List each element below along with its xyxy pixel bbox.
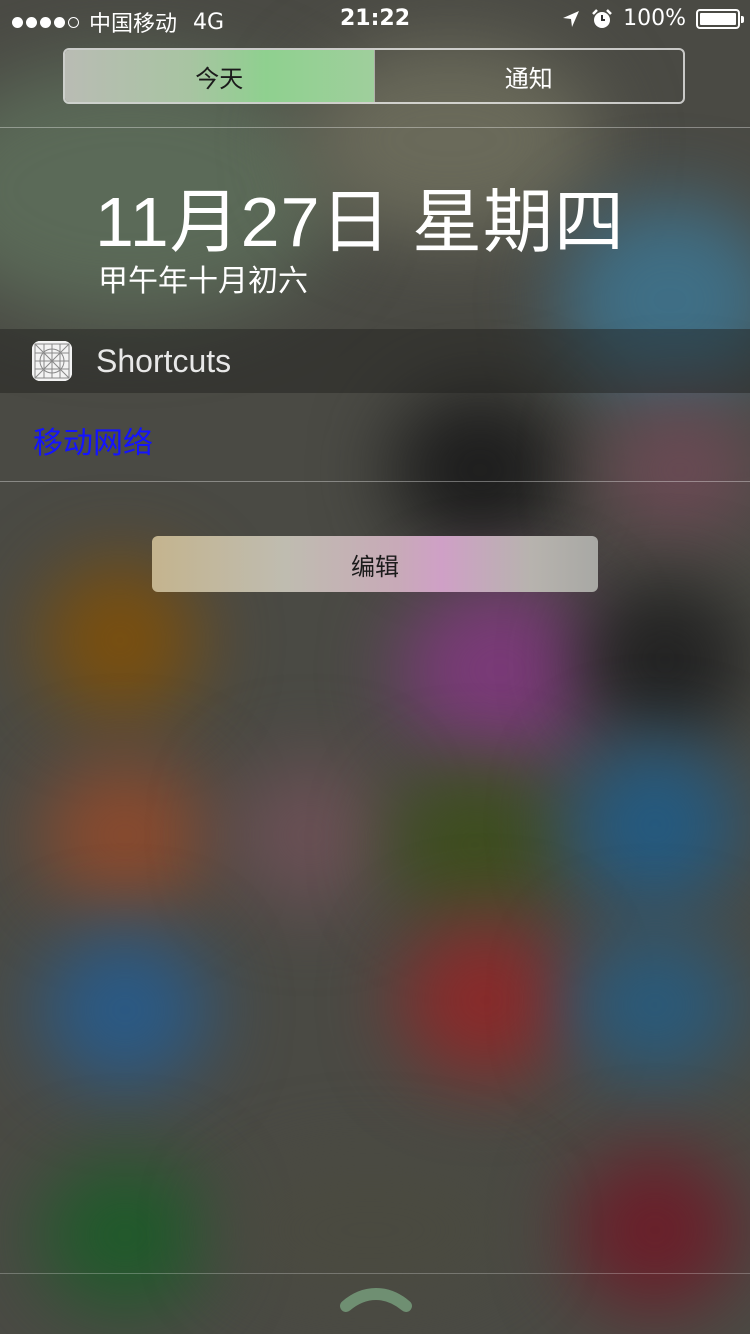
lunar-date: 甲午年十月初六	[98, 264, 308, 299]
tab-notifications[interactable]: 通知	[373, 50, 684, 102]
edit-button[interactable]: 编辑	[152, 536, 598, 592]
status-right: 100%	[561, 6, 744, 31]
tab-today[interactable]: 今天	[65, 50, 374, 102]
battery-percentage: 100%	[623, 6, 686, 31]
alarm-clock-icon	[592, 8, 612, 28]
bottom-divider	[0, 1273, 750, 1274]
today-date: 11月27日 星期四	[95, 183, 625, 261]
battery-icon	[696, 8, 744, 29]
widget-divider	[0, 481, 750, 482]
status-bar: 中国移动 4G 21:22 100%	[0, 0, 750, 40]
today-notifications-segmented-control: 今天 通知	[63, 48, 685, 104]
header-divider	[0, 127, 750, 128]
mobile-network-link[interactable]: 移动网络	[33, 418, 153, 462]
battery-fill	[700, 12, 736, 25]
shortcuts-grid-icon	[32, 341, 72, 381]
shortcuts-widget-header[interactable]: Shortcuts	[0, 329, 750, 393]
chevron-up-handle-icon[interactable]	[340, 1286, 412, 1314]
location-arrow-icon	[563, 10, 580, 27]
notification-center-screen: 中国移动 4G 21:22 100% 今天 通知 11月27日 星期四 甲午年十…	[0, 0, 750, 1334]
widget-title: Shortcuts	[96, 343, 232, 379]
